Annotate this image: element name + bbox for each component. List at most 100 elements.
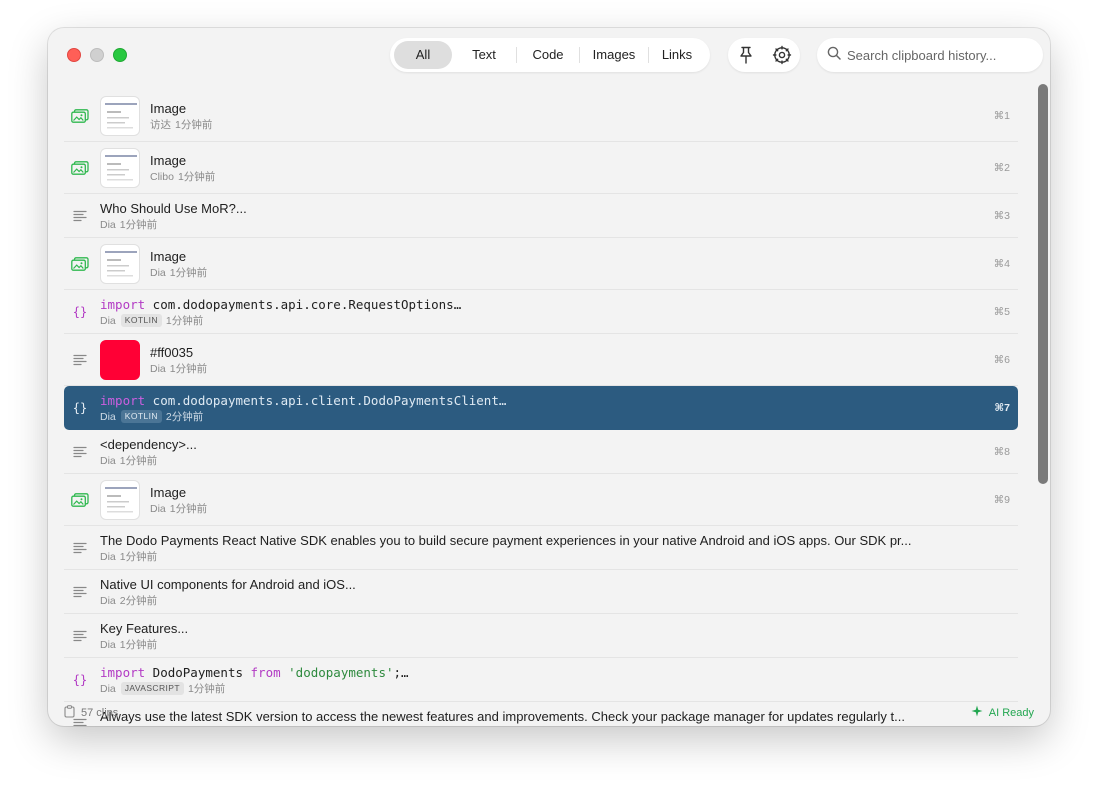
clip-timestamp: 1分钟前 [169,362,208,375]
clip-source-app: 访达 [150,118,171,131]
scrollbar-thumb[interactable] [1038,84,1048,484]
clipboard-window: All Text Code Images Links Image 访达 1分钟前 ⌘1… [48,28,1050,726]
close-window-button[interactable] [67,48,81,62]
text-type-icon [70,582,90,602]
filter-tabs: All Text Code Images Links [390,38,710,72]
clip-content: The Dodo Payments React Native SDK enabl… [100,533,948,564]
clip-meta: Dia 1分钟前 [100,638,948,652]
toolbar-icons [728,38,800,72]
ai-status: AI Ready [971,705,1034,720]
clip-count: 57 clips [64,705,118,721]
text-type-icon [70,442,90,462]
clip-list: Image 访达 1分钟前 ⌘1 Image Clibo 1分钟前 ⌘2 Who Should … [64,90,1018,726]
code-token: import [100,664,146,680]
clip-timestamp: 1分钟前 [175,118,213,131]
clip-content: Image Clibo 1分钟前 [150,153,948,184]
clip-timestamp: 2分钟前 [165,410,204,423]
clip-meta: Dia JAVASCRIPT 1分钟前 [100,682,948,696]
clip-timestamp: 1分钟前 [187,682,226,695]
clip-row[interactable]: {} import DodoPayments from 'dodopayments… [64,658,1018,702]
scrollbar[interactable] [1038,84,1048,684]
clip-source-app: Dia [100,594,116,607]
clip-content: Who Should Use MoR?... Dia 1分钟前 [100,201,948,232]
clip-code-preview: import DodoPayments from 'dodopayments';… [100,665,948,681]
clip-row[interactable]: Native UI components for Android and iOS… [64,570,1018,614]
shortcut-hint: ⌘7 [994,402,1010,414]
pin-icon[interactable] [732,41,760,69]
shortcut-hint: ⌘6 [993,354,1010,366]
clip-meta: 访达 1分钟前 [150,118,948,132]
clip-content: import com.dodopayments.api.client.DodoP… [100,393,948,424]
image-type-icon [70,254,90,274]
code-type-icon: {} [72,305,88,319]
clip-row[interactable]: Image 访达 1分钟前 ⌘1 [64,90,1018,142]
code-token: DodoPayments [145,664,251,680]
clip-row[interactable]: Image Clibo 1分钟前 ⌘2 [64,142,1018,194]
code-token: from [250,664,281,680]
clip-row[interactable]: #ff0035 Dia 1分钟前 ⌘6 [64,334,1018,386]
shortcut-hint: ⌘8 [993,446,1010,458]
tab-code[interactable]: Code [517,41,579,69]
code-token: com.dodopayments.api.core.RequestOptions… [145,296,462,312]
clip-source-app: Dia [100,454,116,467]
clip-content: Key Features... Dia 1分钟前 [100,621,948,652]
search-input[interactable] [847,47,1027,63]
clip-row[interactable]: {} import com.dodopayments.api.client.Dod… [64,386,1018,430]
clipboard-icon [64,705,75,721]
shortcut-hint: ⌘3 [993,210,1010,222]
clip-row[interactable]: Key Features... Dia 1分钟前 [64,614,1018,658]
tab-all[interactable]: All [394,41,452,69]
clip-meta: Dia 1分钟前 [150,362,948,376]
image-thumbnail [100,480,140,520]
image-type-icon [70,158,90,178]
minimize-window-button[interactable] [90,48,104,62]
status-bar: 57 clips AI Ready [48,700,1050,726]
clip-row[interactable]: Who Should Use MoR?... Dia 1分钟前 ⌘3 [64,194,1018,238]
shortcut-hint: ⌘1 [993,110,1010,122]
clip-title: Key Features... [100,620,189,636]
text-type-icon [70,538,90,558]
clip-title: Image [150,248,187,264]
clip-timestamp: 1分钟前 [119,638,158,651]
clip-content: #ff0035 Dia 1分钟前 [150,345,948,376]
clip-title: Image [150,484,187,500]
code-type-icon: {} [72,401,88,415]
code-token: import [100,296,146,312]
tab-links[interactable]: Links [649,41,705,69]
clip-meta: Dia 1分钟前 [100,550,948,564]
clip-count-label: 57 clips [81,707,119,719]
clip-title: Native UI components for Android and iOS… [100,576,356,592]
clip-meta: Dia 1分钟前 [150,502,948,516]
clip-source-app: Dia [100,314,116,327]
clip-title: The Dodo Payments React Native SDK enabl… [100,532,912,548]
clip-row[interactable]: The Dodo Payments React Native SDK enabl… [64,526,1018,570]
clip-timestamp: 1分钟前 [169,502,208,515]
clip-row[interactable]: Image Dia 1分钟前 ⌘4 [64,238,1018,290]
clip-code-preview: import com.dodopayments.api.core.Request… [100,297,948,313]
clip-timestamp: 1分钟前 [165,314,204,327]
maximize-window-button[interactable] [113,48,127,62]
clip-content: Native UI components for Android and iOS… [100,577,948,608]
image-type-icon [70,490,90,510]
shortcut-hint: ⌘9 [993,494,1010,506]
code-token: import [100,392,146,408]
tab-text[interactable]: Text [452,41,516,69]
clip-timestamp: 1分钟前 [119,550,158,563]
clip-row[interactable]: {} import com.dodopayments.api.core.Reque… [64,290,1018,334]
clip-timestamp: 1分钟前 [119,218,158,231]
code-token: com.dodopayments.api.client.DodoPayments… [145,392,507,408]
clip-content: Image Dia 1分钟前 [150,485,948,516]
clip-content: import DodoPayments from 'dodopayments';… [100,665,948,696]
clip-timestamp: 1分钟前 [177,170,216,183]
clip-row[interactable]: <dependency>... Dia 1分钟前 ⌘8 [64,430,1018,474]
clip-title: Image [150,100,187,116]
clip-row[interactable]: Image Dia 1分钟前 ⌘9 [64,474,1018,526]
tab-images[interactable]: Images [580,41,648,69]
clip-timestamp: 2分钟前 [119,594,158,607]
gear-icon[interactable] [768,41,796,69]
text-type-icon [70,206,90,226]
clip-meta: Dia 2分钟前 [100,594,948,608]
language-badge: KOTLIN [120,410,162,423]
clip-content: Image Dia 1分钟前 [150,249,948,280]
clip-meta: Dia KOTLIN 1分钟前 [100,314,948,328]
